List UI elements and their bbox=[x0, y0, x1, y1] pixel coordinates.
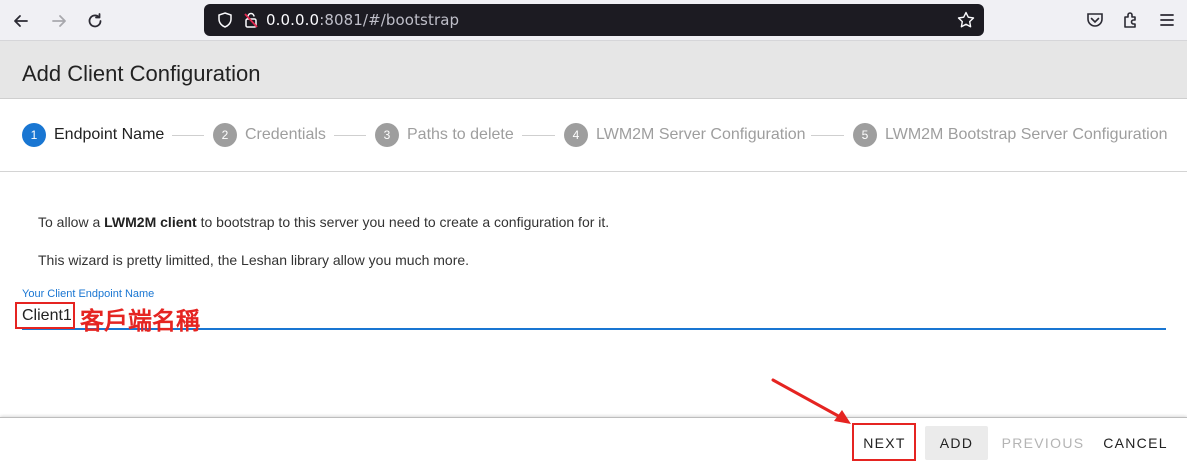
annotation-label: 客戶端名稱 bbox=[80, 307, 200, 335]
step-number: 4 bbox=[564, 123, 588, 147]
step-connector bbox=[172, 135, 204, 136]
step-label: LWM2M Bootstrap Server Configuration bbox=[885, 126, 1168, 143]
step-label: Endpoint Name bbox=[54, 126, 165, 143]
note-text: This wizard is pretty limitted, the Lesh… bbox=[38, 252, 470, 268]
forward-icon[interactable] bbox=[46, 8, 72, 34]
next-highlight-box bbox=[852, 423, 916, 461]
step-lwm2m-server-configuration[interactable]: 4 LWM2M Server Configuration bbox=[564, 123, 806, 147]
step-number: 3 bbox=[375, 123, 399, 147]
url-host: 0.0.0.0 bbox=[266, 11, 320, 29]
step-label: LWM2M Server Configuration bbox=[596, 126, 806, 143]
pocket-icon[interactable] bbox=[1085, 10, 1105, 30]
endpoint-name-label: Your Client Endpoint Name bbox=[22, 288, 155, 300]
url-text: 0.0.0.0:8081/#/bootstrap bbox=[266, 11, 459, 29]
menu-icon[interactable] bbox=[1157, 10, 1177, 30]
previous-button[interactable]: PREVIOUS bbox=[998, 426, 1088, 460]
browser-toolbar: 0.0.0.0:8081/#/bootstrap bbox=[0, 0, 1187, 41]
step-number: 1 bbox=[22, 123, 46, 147]
wizard-content bbox=[0, 172, 1187, 417]
bookmark-star-icon[interactable] bbox=[956, 10, 976, 30]
add-button[interactable]: ADD bbox=[925, 426, 988, 460]
address-bar[interactable]: 0.0.0.0:8081/#/bootstrap bbox=[204, 4, 984, 36]
back-icon[interactable] bbox=[8, 8, 34, 34]
step-paths-to-delete[interactable]: 3 Paths to delete bbox=[375, 123, 514, 147]
intro-prefix: To allow a bbox=[38, 214, 105, 230]
step-label: Credentials bbox=[245, 126, 326, 143]
step-connector bbox=[522, 135, 555, 136]
intro-suffix: to bootstrap to this server you need to … bbox=[196, 214, 610, 230]
shield-icon[interactable] bbox=[216, 11, 234, 29]
intro-bold: LWM2M client bbox=[104, 214, 197, 230]
cancel-button[interactable]: CANCEL bbox=[1098, 426, 1173, 460]
url-path: :8081/#/bootstrap bbox=[319, 11, 460, 29]
step-label: Paths to delete bbox=[407, 126, 514, 143]
reload-icon[interactable] bbox=[82, 8, 108, 34]
permissions-icon[interactable] bbox=[242, 11, 260, 29]
extensions-icon[interactable] bbox=[1121, 10, 1141, 30]
step-number: 2 bbox=[213, 123, 237, 147]
intro-text: To allow a LWM2M client to bootstrap to … bbox=[38, 214, 609, 230]
step-lwm2m-bootstrap-server-configuration[interactable]: 5 LWM2M Bootstrap Server Configuration bbox=[853, 123, 1167, 147]
step-credentials[interactable]: 2 Credentials bbox=[213, 123, 326, 147]
page-title: Add Client Configuration bbox=[22, 61, 261, 86]
input-highlight-box bbox=[15, 302, 75, 329]
step-connector bbox=[334, 135, 366, 136]
step-connector bbox=[811, 135, 844, 136]
page-header: Add Client Configuration bbox=[0, 41, 1187, 99]
step-number: 5 bbox=[853, 123, 877, 147]
step-endpoint-name[interactable]: 1 Endpoint Name bbox=[22, 123, 164, 147]
